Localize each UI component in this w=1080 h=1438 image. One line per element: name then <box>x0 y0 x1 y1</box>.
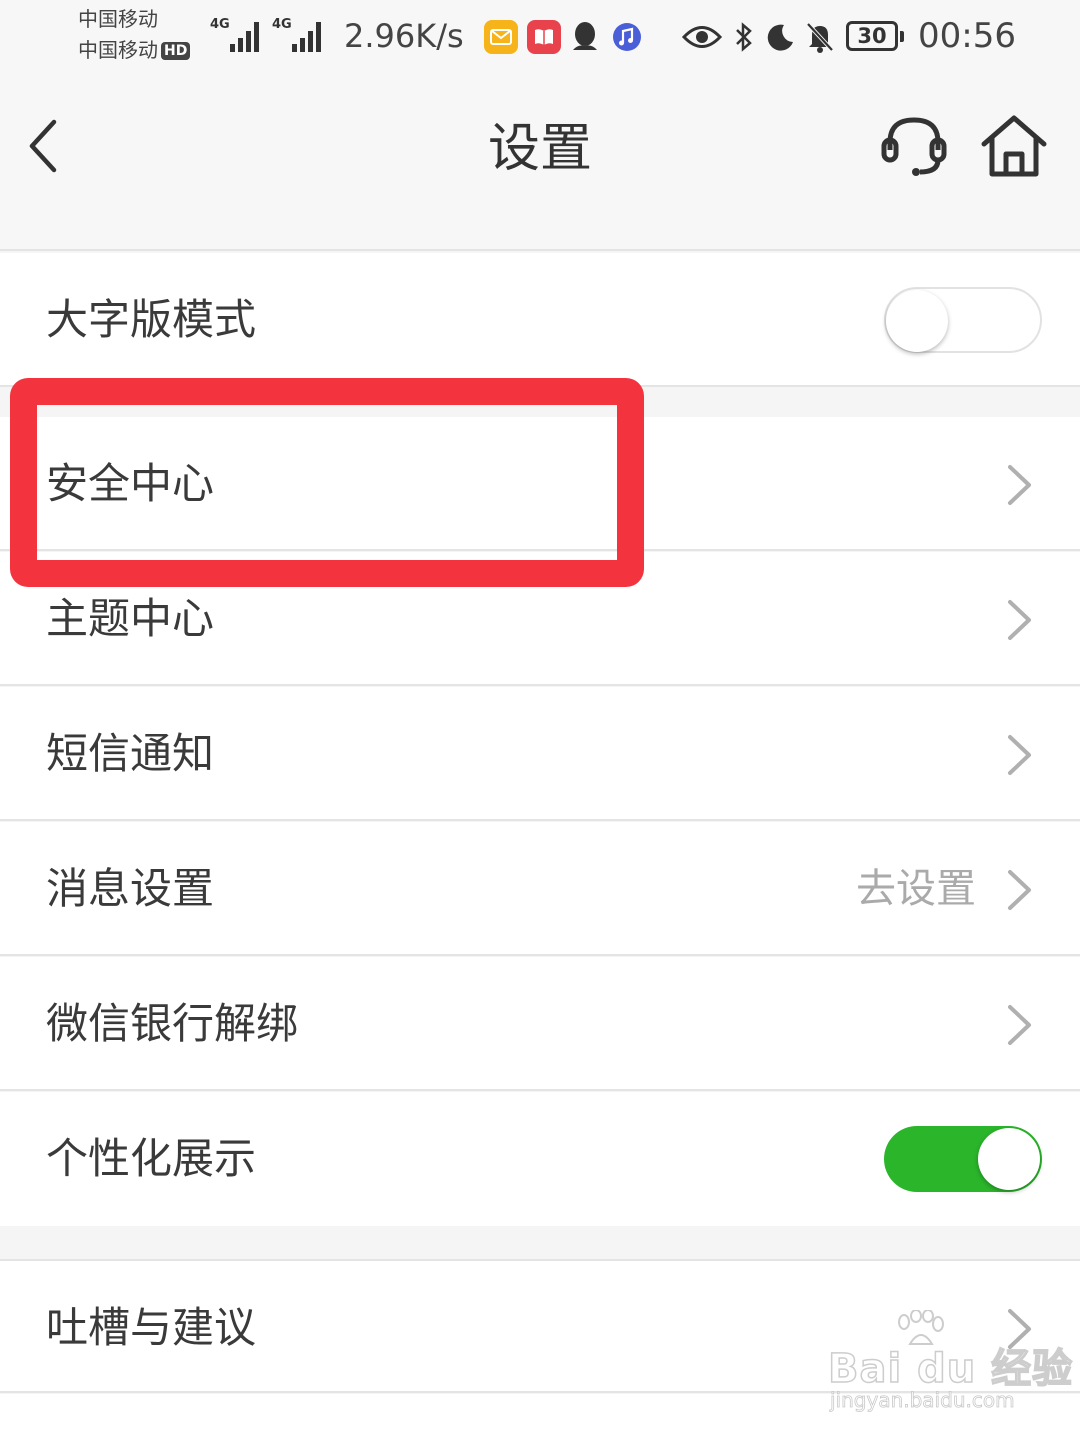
baidu-jingyan-watermark: Bai du 经验 jingyan.baidu.com <box>827 1310 1073 1416</box>
large-font-mode-row: 大字版模式 <box>0 253 1080 387</box>
wechat-unbind-row[interactable]: 微信银行解绑 <box>0 957 1080 1091</box>
signal-1-label: 4G <box>210 17 230 32</box>
chevron-right-icon <box>1008 1005 1031 1045</box>
bluetooth-icon <box>732 16 756 58</box>
sms-notification-row[interactable]: 短信通知 <box>0 687 1080 821</box>
message-settings-label: 消息设置 <box>46 864 215 913</box>
headset-icon[interactable] <box>878 110 950 182</box>
email-app-icon <box>484 20 518 54</box>
large-font-mode-toggle[interactable] <box>884 287 1042 353</box>
large-font-mode-label: 大字版模式 <box>46 295 257 344</box>
feedback-label: 吐槽与建议 <box>46 1303 257 1352</box>
moon-icon <box>764 16 796 58</box>
personalized-display-row: 个性化展示 <box>0 1092 1080 1226</box>
network-speed: 2.96K/s <box>344 17 464 55</box>
status-bar: 中国移动 中国移动 HD 4G 4G 2.96K/s 30 00:56 <box>0 0 1080 76</box>
eye-icon <box>682 16 722 58</box>
signal-2-icon: 4G <box>272 16 328 52</box>
chevron-right-icon <box>1008 465 1031 505</box>
watermark-main-text: Bai du 经验 <box>827 1345 1074 1393</box>
signal-2-label: 4G <box>272 17 292 32</box>
home-icon[interactable] <box>978 110 1050 182</box>
carrier-2: 中国移动 HD <box>78 38 191 62</box>
music-icon <box>610 16 644 58</box>
sms-notification-label: 短信通知 <box>46 729 215 778</box>
bell-off-icon <box>804 16 836 58</box>
chevron-right-icon <box>1008 735 1031 775</box>
hd-badge: HD <box>161 42 191 60</box>
book-app-icon <box>527 20 561 54</box>
qq-icon <box>568 16 602 58</box>
toggle-knob <box>978 1128 1040 1190</box>
theme-center-label: 主题中心 <box>46 594 215 643</box>
clock: 00:56 <box>918 16 1016 56</box>
message-settings-row[interactable]: 消息设置 去设置 <box>0 822 1080 956</box>
carrier-1: 中国移动 <box>78 7 158 31</box>
signal-1-icon: 4G <box>210 16 266 52</box>
go-settings-hint: 去设置 <box>856 866 976 912</box>
app-header: 设置 <box>0 76 1080 251</box>
personalized-display-toggle[interactable] <box>884 1126 1042 1192</box>
security-center-label: 安全中心 <box>46 459 215 508</box>
carrier-2-label: 中国移动 <box>78 38 158 62</box>
personalized-display-label: 个性化展示 <box>46 1134 257 1183</box>
chevron-right-icon <box>1008 600 1031 640</box>
chevron-right-icon <box>1008 870 1031 910</box>
watermark-url-text: jingyan.baidu.com <box>830 1388 1015 1413</box>
toggle-knob <box>886 290 948 352</box>
wechat-unbind-label: 微信银行解绑 <box>46 999 299 1048</box>
theme-center-row[interactable]: 主题中心 <box>0 552 1080 686</box>
battery-indicator: 30 <box>846 21 904 51</box>
security-center-row[interactable]: 安全中心 <box>0 417 1080 551</box>
